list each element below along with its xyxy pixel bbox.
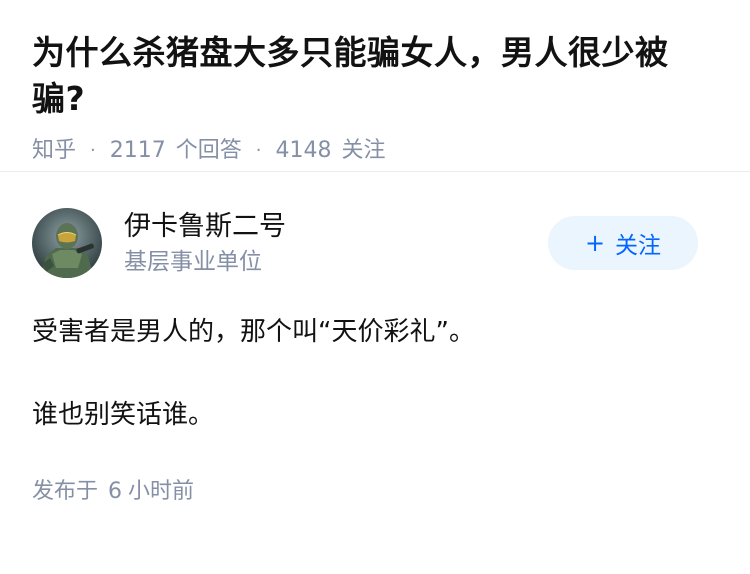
follow-button[interactable]: + 关注: [548, 216, 698, 270]
publish-number: 6: [108, 479, 123, 504]
publish-prefix: 发布于: [32, 479, 99, 504]
answer-count: 2117: [109, 138, 166, 163]
armored-soldier-avatar-icon: [32, 208, 102, 278]
follow-count: 4148: [275, 138, 332, 163]
answer-card: 伊卡鲁斯二号 基层事业单位 + 关注 受害者是男人的，那个叫“天价彩礼”。 谁也…: [0, 172, 750, 507]
question-header: 为什么杀猪盘大多只能骗女人，男人很少被骗? 知乎 · 2117 个回答 · 41…: [0, 0, 750, 171]
answer-paragraph: 受害者是男人的，那个叫“天价彩礼”。: [32, 317, 475, 347]
answer-count-label: 个回答: [175, 138, 242, 163]
author-info: 伊卡鲁斯二号 基层事业单位: [124, 209, 548, 277]
publish-suffix: 小时前: [128, 479, 195, 504]
follow-count-label: 关注: [341, 138, 386, 163]
question-meta: 知乎 · 2117 个回答 · 4148 关注: [32, 136, 718, 166]
publish-time: 发布于 6 小时前: [32, 477, 718, 507]
author-row: 伊卡鲁斯二号 基层事业单位 + 关注: [32, 206, 718, 280]
author-description: 基层事业单位: [124, 249, 262, 275]
meta-separator: ·: [90, 140, 96, 161]
author-name[interactable]: 伊卡鲁斯二号: [124, 209, 548, 245]
answer-paragraph: 谁也别笑话谁。: [32, 400, 215, 430]
meta-separator: ·: [255, 140, 262, 161]
author-avatar[interactable]: [32, 208, 102, 278]
answer-content: 受害者是男人的，那个叫“天价彩礼”。 谁也别笑话谁。: [32, 312, 718, 435]
question-title[interactable]: 为什么杀猪盘大多只能骗女人，男人很少被骗?: [32, 30, 718, 122]
source-label[interactable]: 知乎: [32, 136, 76, 166]
plus-icon: +: [584, 229, 606, 257]
follow-button-label: 关注: [615, 233, 662, 259]
